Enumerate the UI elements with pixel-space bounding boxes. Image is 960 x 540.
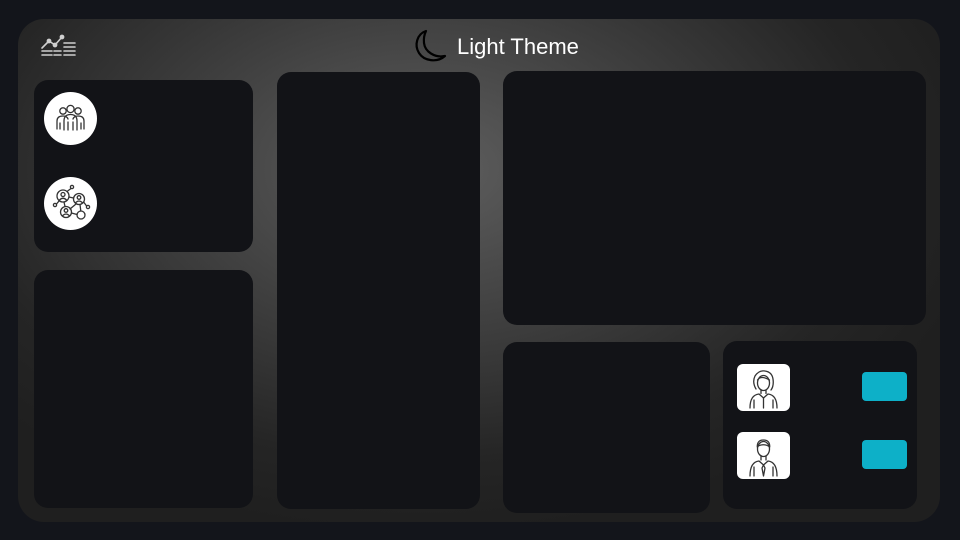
main-top-right-panel: [503, 71, 926, 325]
left-bottom-panel: [34, 270, 253, 508]
person-action-button[interactable]: [862, 372, 907, 401]
theme-toggle-button[interactable]: Light Theme: [410, 26, 579, 68]
moon-icon: [415, 29, 447, 62]
center-column-panel: [277, 72, 480, 509]
network-people-icon[interactable]: [44, 177, 97, 230]
dashboard-frame: Light Theme: [18, 19, 940, 522]
bottom-center-panel: [503, 342, 710, 513]
sidebar-top-panel: [34, 80, 253, 252]
people-panel: [723, 341, 917, 509]
line-chart-list-icon[interactable]: [40, 31, 78, 59]
person-action-button[interactable]: [862, 440, 907, 469]
team-icon[interactable]: [44, 92, 97, 145]
theme-toggle-label: Light Theme: [457, 34, 579, 59]
woman-avatar-icon[interactable]: [737, 364, 790, 411]
man-avatar-icon[interactable]: [737, 432, 790, 479]
